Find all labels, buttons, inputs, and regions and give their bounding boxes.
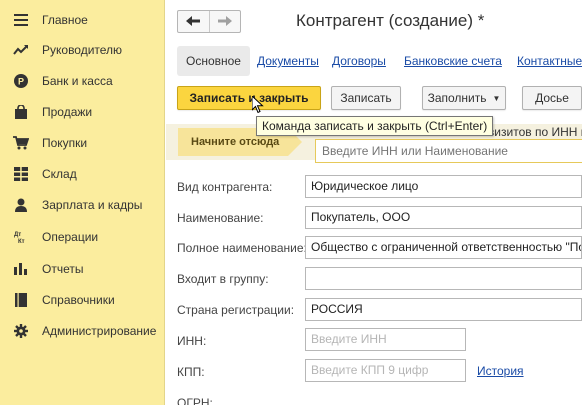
sidebar-item-label: Операции	[42, 230, 99, 244]
sidebar-item-label: Отчеты	[42, 262, 84, 276]
back-button[interactable]	[178, 11, 209, 32]
main-panel: Контрагент (создание) * Основное Докумен…	[166, 0, 582, 405]
full-name-label: Полное наименование:	[177, 241, 307, 255]
tab-contacts[interactable]: Контактные	[517, 46, 582, 76]
sidebar-item-admin[interactable]: Администрирование	[0, 319, 165, 343]
sidebar-item-reports[interactable]: Отчеты	[0, 257, 165, 281]
tab-bar: Основное Документы Договоры Банковские с…	[177, 46, 582, 76]
sidebar-item-label: Банк и касса	[42, 74, 113, 88]
mouse-pointer-icon	[251, 94, 264, 117]
coin-icon: Р	[13, 73, 29, 89]
start-here-label: Начните отсюда	[191, 136, 280, 148]
tab-contracts[interactable]: Договоры	[332, 46, 386, 76]
inn-field[interactable]: Введите ИНН	[305, 328, 466, 351]
trend-line-icon	[13, 42, 29, 58]
dossier-button[interactable]: Досье	[522, 86, 582, 110]
sidebar-item-salary[interactable]: Зарплата и кадры	[0, 193, 165, 217]
group-field[interactable]	[305, 267, 582, 290]
sidebar-item-label: Зарплата и кадры	[42, 198, 143, 212]
warehouse-grid-icon	[13, 166, 29, 182]
sidebar-item-purchases[interactable]: Покупки	[0, 131, 165, 155]
kpp-field[interactable]: Введите КПП 9 цифр	[305, 359, 466, 382]
sidebar-item-label: Покупки	[42, 136, 88, 150]
menu-lines-icon	[13, 12, 29, 28]
sidebar-item-label: Склад	[42, 167, 77, 181]
sidebar-item-warehouse[interactable]: Склад	[0, 162, 165, 186]
person-icon	[13, 197, 29, 213]
tab-bank-accounts[interactable]: Банковские счета	[404, 46, 502, 76]
group-label: Входит в группу:	[177, 272, 269, 286]
book-icon	[13, 292, 29, 308]
fill-button-label: Заполнить	[427, 91, 487, 105]
arrow-left-icon	[186, 15, 201, 29]
debit-credit-icon: Дт Кт	[13, 229, 29, 245]
sidebar-item-catalogs[interactable]: Справочники	[0, 288, 165, 312]
gear-icon	[13, 323, 29, 339]
chevron-down-icon: ▼	[492, 93, 501, 103]
sidebar-item-manager[interactable]: Руководителю	[0, 38, 165, 62]
inn-label: ИНН:	[177, 334, 207, 348]
history-link[interactable]: История	[477, 364, 524, 378]
svg-text:Кт: Кт	[18, 239, 25, 244]
sidebar-item-label: Руководителю	[42, 43, 123, 57]
arrow-right-icon	[217, 15, 232, 29]
tab-documents[interactable]: Документы	[257, 46, 319, 76]
kind-label: Вид контрагента:	[177, 180, 273, 194]
fill-button[interactable]: Заполнить ▼	[422, 86, 506, 110]
country-field[interactable]: РОССИЯ	[305, 298, 582, 321]
full-name-field[interactable]: Общество с ограниченной ответственностью…	[305, 236, 582, 259]
sidebar-item-bank[interactable]: Р Банк и касса	[0, 69, 165, 93]
inn-search-input[interactable]	[315, 139, 582, 163]
sidebar-item-label: Продажи	[42, 105, 93, 119]
sidebar-item-label: Администрирование	[42, 324, 157, 338]
page-title: Контрагент (создание) *	[296, 11, 485, 30]
country-label: Страна регистрации:	[177, 303, 295, 317]
save-button[interactable]: Записать	[331, 86, 401, 110]
tab-main[interactable]: Основное	[177, 46, 250, 76]
sidebar-item-main[interactable]: Главное	[0, 8, 165, 32]
name-field[interactable]: Покупатель, ООО	[305, 206, 582, 229]
shopping-cart-icon	[13, 135, 29, 151]
kpp-label: КПП:	[177, 365, 205, 379]
save-and-close-button[interactable]: Записать и закрыть	[177, 86, 321, 110]
sidebar-item-label: Главное	[42, 13, 88, 27]
history-nav	[177, 10, 241, 33]
sidebar-item-operations[interactable]: Дт Кт Операции	[0, 225, 165, 249]
ogrn-label: ОГРН:	[177, 396, 213, 405]
forward-button[interactable]	[208, 11, 240, 32]
sidebar-item-sales[interactable]: Продажи	[0, 100, 165, 124]
save-close-tooltip: Команда записать и закрыть (Ctrl+Enter)	[256, 116, 494, 136]
kind-field[interactable]: Юридическое лицо	[305, 175, 582, 198]
svg-text:Р: Р	[18, 77, 24, 87]
shopping-bag-icon	[13, 104, 29, 120]
svg-text:Дт: Дт	[14, 232, 21, 238]
name-label: Наименование:	[177, 211, 264, 225]
sidebar-item-label: Справочники	[42, 293, 115, 307]
bar-chart-icon	[13, 261, 29, 277]
sidebar: Главное Руководителю Р Банк и касса Прод…	[0, 0, 165, 405]
